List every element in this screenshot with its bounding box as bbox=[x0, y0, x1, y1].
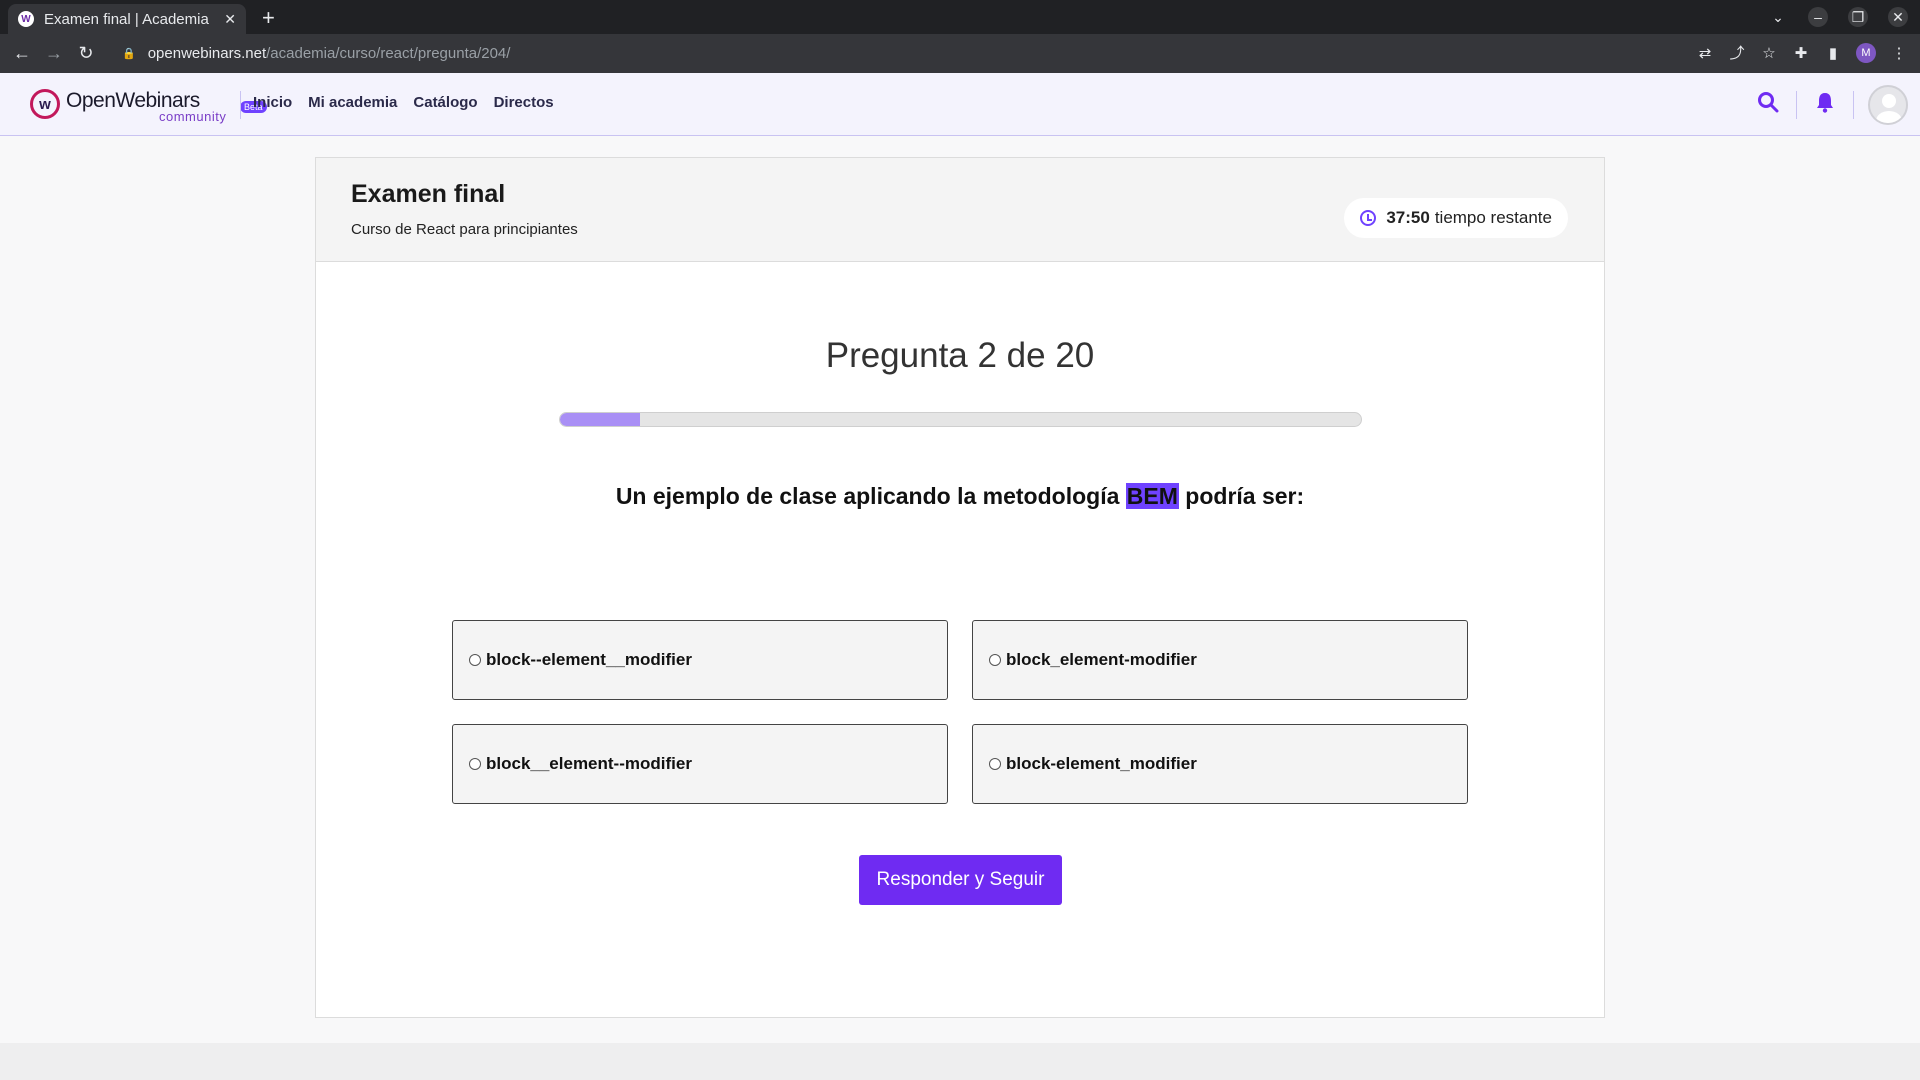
answer-option-1[interactable]: block--element__modifier bbox=[452, 620, 948, 700]
answer-option-label: block__element--modifier bbox=[486, 754, 692, 773]
exam-card: Examen final Curso de React para princip… bbox=[315, 157, 1605, 1018]
answer-option-label: block_element-modifier bbox=[1006, 650, 1197, 669]
back-icon[interactable]: ← bbox=[6, 43, 38, 64]
question-text-before: Un ejemplo de clase aplicando la metodol… bbox=[615, 483, 1120, 509]
browser-menu-icon[interactable]: ⋮ bbox=[1890, 44, 1908, 62]
timer-label: tiempo restante bbox=[1434, 208, 1552, 227]
close-window-icon[interactable]: ✕ bbox=[1888, 7, 1908, 27]
progress-bar bbox=[559, 412, 1362, 427]
progress-fill bbox=[560, 413, 641, 426]
logo-subtitle: community bbox=[159, 109, 227, 124]
url-host: openwebinars.net bbox=[147, 45, 267, 62]
reload-icon[interactable]: ↻ bbox=[70, 43, 102, 64]
extensions-icon[interactable]: ✚ bbox=[1792, 44, 1810, 62]
radio-button[interactable] bbox=[469, 758, 481, 770]
profile-avatar[interactable]: M bbox=[1856, 42, 1876, 63]
openwebinars-logo[interactable]: w OpenWebinars community Beta bbox=[30, 89, 267, 124]
answer-option-2[interactable]: block_element-modifier bbox=[972, 620, 1468, 700]
restore-icon[interactable]: ❐ bbox=[1848, 7, 1868, 27]
window-controls: ⌄ – ❐ ✕ bbox=[1768, 6, 1908, 28]
minimize-icon[interactable]: – bbox=[1808, 7, 1828, 27]
answer-option-label: block-element_modifier bbox=[1006, 754, 1197, 773]
timer-value: 37:50 bbox=[1386, 208, 1430, 227]
answer-option-4[interactable]: block-element_modifier bbox=[972, 724, 1468, 804]
user-avatar[interactable] bbox=[1868, 84, 1908, 125]
submit-answer-button[interactable]: Responder y Seguir bbox=[859, 855, 1062, 905]
clock-icon bbox=[1360, 210, 1377, 226]
radio-button[interactable] bbox=[989, 654, 1001, 666]
tab-search-icon[interactable]: ⌄ bbox=[1768, 7, 1788, 27]
logo-mark-icon: w bbox=[30, 89, 60, 119]
translate-icon[interactable]: ⇄ bbox=[1696, 44, 1714, 62]
lock-icon: 🔒 bbox=[122, 48, 136, 60]
question-counter: Pregunta 2 de 20 bbox=[825, 336, 1095, 375]
browser-tools: ⇄ ⤴ ☆ ✚ ▮ M ⋮ bbox=[1696, 42, 1908, 63]
browser-tab-bar: W Examen final | Academia ✕ + ⌄ – ❐ ✕ bbox=[0, 0, 1920, 34]
header-divider bbox=[240, 91, 241, 119]
search-icon[interactable] bbox=[1740, 91, 1796, 119]
nav-mi-academia[interactable]: Mi academia bbox=[308, 94, 397, 111]
browser-tab[interactable]: W Examen final | Academia ✕ bbox=[8, 4, 246, 34]
question-highlight: BEM bbox=[1125, 483, 1179, 509]
nav-inicio[interactable]: Inicio bbox=[253, 94, 292, 111]
header-divider bbox=[1853, 90, 1854, 119]
time-remaining: 37:50 tiempo restante bbox=[1344, 198, 1568, 238]
main-nav: Inicio Mi academia Catálogo Directos bbox=[253, 94, 554, 111]
question-text-after: podría ser: bbox=[1185, 483, 1305, 509]
bell-icon[interactable] bbox=[1797, 91, 1853, 119]
site-favicon-icon: W bbox=[18, 11, 34, 27]
header-actions bbox=[1740, 73, 1920, 136]
course-name: Curso de React para principiantes bbox=[351, 221, 578, 238]
close-tab-icon[interactable]: ✕ bbox=[224, 11, 236, 28]
exam-title: Examen final bbox=[351, 180, 506, 208]
url-path: /academia/curso/react/pregunta/204/ bbox=[266, 45, 511, 62]
tab-title: Examen final | Academia bbox=[44, 10, 209, 28]
nav-directos[interactable]: Directos bbox=[494, 94, 554, 111]
page-footer bbox=[0, 1043, 1920, 1080]
share-icon[interactable]: ⤴ bbox=[1728, 42, 1746, 63]
answer-option-label: block--element__modifier bbox=[486, 650, 692, 669]
site-header: w OpenWebinars community Beta Inicio Mi … bbox=[0, 73, 1920, 136]
forward-icon[interactable]: → bbox=[38, 43, 70, 64]
new-tab-icon[interactable]: + bbox=[262, 5, 275, 31]
question-text: Un ejemplo de clase aplicando la metodol… bbox=[316, 483, 1604, 510]
browser-toolbar: ← → ↻ 🔒 openwebinars.net/academia/curso/… bbox=[0, 34, 1920, 73]
side-panel-icon[interactable]: ▮ bbox=[1824, 44, 1842, 62]
radio-button[interactable] bbox=[469, 654, 481, 666]
nav-catalogo[interactable]: Catálogo bbox=[413, 94, 477, 111]
address-field[interactable]: 🔒 openwebinars.net/academia/curso/react/… bbox=[122, 45, 510, 62]
radio-button[interactable] bbox=[989, 758, 1001, 770]
exam-header: Examen final Curso de React para princip… bbox=[316, 158, 1604, 262]
bookmark-star-icon[interactable]: ☆ bbox=[1760, 44, 1778, 62]
answer-option-3[interactable]: block__element--modifier bbox=[452, 724, 948, 804]
